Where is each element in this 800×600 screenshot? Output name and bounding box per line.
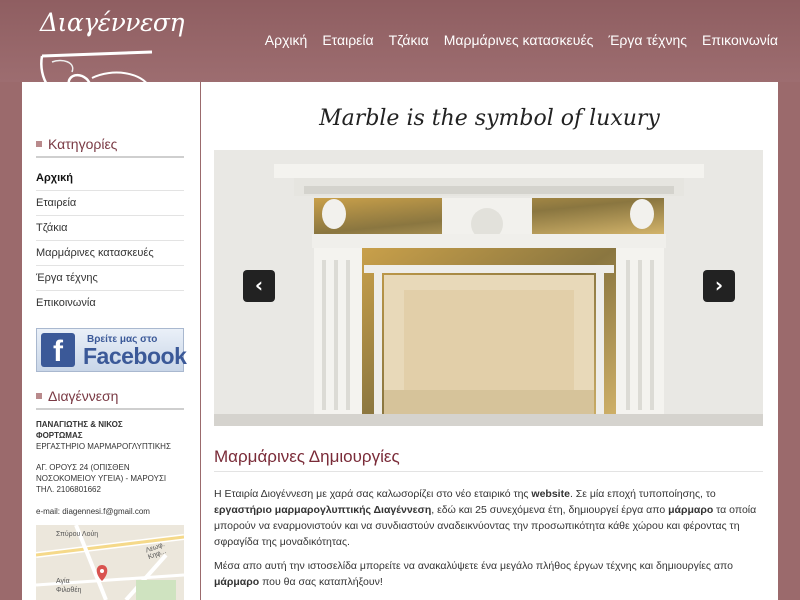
second-paragraph: Μέσα απο αυτή την ιστοσελίδα μπορείτε να… xyxy=(214,558,763,590)
contact-email[interactable]: e-mail: diagennesi.f@gmail.com xyxy=(36,506,186,517)
categories-title: Κατηγορίες xyxy=(48,136,118,152)
facebook-button[interactable]: f Βρείτε μας στο Facebook xyxy=(36,328,187,372)
p2-bold-marble: μάρμαρο xyxy=(214,576,260,588)
contact-name-1: ΠΑΝΑΓΙΩΤΗΣ & ΝΙΚΟΣ xyxy=(36,420,123,429)
map-area-line-1: Αγία xyxy=(56,578,70,585)
main-content: Marble is the symbol of luxury ‹ › Μαρμά… xyxy=(201,82,778,600)
p1-text-a: Η Εταιρία Διογέννεση με χαρά σας καλωσορ… xyxy=(214,488,532,500)
contact-phone: ΤΗΛ. 2106801662 xyxy=(36,485,101,494)
category-menu: Αρχική Εταιρεία Τζάκια Μαρμάρινες κατασκ… xyxy=(36,166,184,315)
divider xyxy=(36,156,184,158)
nav-fireplaces[interactable]: Τζάκια xyxy=(389,32,429,48)
sidebar-item-artworks[interactable]: Έργα τέχνης xyxy=(36,266,184,291)
nav-marble-constructions[interactable]: Μαρμάρινες κατασκευές xyxy=(444,32,594,48)
map-street-label: Σπύρου Λούη xyxy=(56,531,99,538)
divider xyxy=(214,471,763,472)
sidebar-item-marble-constructions[interactable]: Μαρμάρινες κατασκευές xyxy=(36,241,184,266)
sidebar-item-company[interactable]: Εταιρεία xyxy=(36,191,184,216)
contact-name-2: ΦΟΡΤΩΜΑΣ xyxy=(36,431,83,440)
fireplace-image xyxy=(214,150,763,426)
p1-bold-website: website xyxy=(531,488,570,500)
contact-block: ΠΑΝΑΓΙΩΤΗΣ & ΝΙΚΟΣ ΦΟΡΤΩΜΑΣ ΕΡΓΑΣΤΗΡΙΟ Μ… xyxy=(36,419,186,452)
p2-text-c: που θα σας καταπλήξουν! xyxy=(259,576,383,588)
slider-prev-button[interactable]: ‹ xyxy=(243,270,275,302)
p1-text-e: , εδώ και 25 συνεχόμενα έτη, δημιουργεί … xyxy=(431,504,669,516)
facebook-icon: f xyxy=(41,333,75,368)
nav-company[interactable]: Εταιρεία xyxy=(322,32,373,48)
location-map[interactable]: Σπύρου Λούη Λεωφ. Κηφ... Αγία Φιλοθέη xyxy=(36,525,184,600)
sidebar-item-contact[interactable]: Επικοινωνία xyxy=(36,291,184,315)
divider xyxy=(36,408,184,410)
nav-contact[interactable]: Επικοινωνία xyxy=(702,32,778,48)
about-heading: Διαγέννεση xyxy=(36,388,118,404)
site-header: Διαγέννεση Αρχική Εταιρεία Τζάκια Μαρμάρ… xyxy=(0,0,800,118)
logo-text: Διαγέννεση xyxy=(40,8,184,37)
bullet-icon xyxy=(36,393,42,399)
bullet-icon xyxy=(36,141,42,147)
sidebar: Κατηγορίες Αρχική Εταιρεία Τζάκια Μαρμάρ… xyxy=(22,82,200,600)
tagline: Marble is the symbol of luxury xyxy=(319,106,660,131)
contact-address-block: ΑΓ. ΟΡΟΥΣ 24 (ΟΠΙΣΘΕΝ ΝΟΣΟΚΟΜΕΙΟΥ ΥΓΕΙΑ)… xyxy=(36,462,186,495)
sidebar-item-home[interactable]: Αρχική xyxy=(36,166,184,191)
contact-workshop: ΕΡΓΑΣΤΗΡΙΟ ΜΑΡΜΑΡΟΓΛΥΠΤΙΚΗΣ xyxy=(36,442,171,451)
map-area-line-2: Φιλοθέη xyxy=(56,587,82,594)
intro-paragraph: Η Εταιρία Διογέννεση με χαρά σας καλωσορ… xyxy=(214,486,763,550)
contact-address-2: ΝΟΣΟΚΟΜΕΙΟΥ ΥΓΕΙΑ) - ΜΑΡΟΥΣΙ xyxy=(36,474,167,483)
p2-text-a: Μέσα απο αυτή την ιστοσελίδα μπορείτε να… xyxy=(214,560,733,572)
facebook-big-label: Facebook xyxy=(83,343,187,369)
nav-home[interactable]: Αρχική xyxy=(265,32,308,48)
categories-heading: Κατηγορίες xyxy=(36,136,117,152)
section-title: Μαρμάρινες Δημιουργίες xyxy=(214,447,400,466)
map-area-label: Αγία Φιλοθέη xyxy=(56,577,81,595)
p1-bold-marble: μάρμαρο xyxy=(668,504,714,516)
nav-artworks[interactable]: Έργα τέχνης xyxy=(608,32,687,48)
p1-text-c: . Σε μία εποχή τυποποίησης, το xyxy=(569,488,716,500)
main-nav: Αρχική Εταιρεία Τζάκια Μαρμάρινες κατασκ… xyxy=(250,32,778,48)
about-title: Διαγέννεση xyxy=(48,388,119,404)
p1-bold-workshop: εργαστήριο μαρμαρογλυπτικής Διαγέννεση xyxy=(214,504,432,516)
contact-address-1: ΑΓ. ΟΡΟΥΣ 24 (ΟΠΙΣΘΕΝ xyxy=(36,463,130,472)
slider-next-button[interactable]: › xyxy=(703,270,735,302)
sidebar-item-fireplaces[interactable]: Τζάκια xyxy=(36,216,184,241)
image-slider[interactable]: ‹ › xyxy=(214,150,763,426)
